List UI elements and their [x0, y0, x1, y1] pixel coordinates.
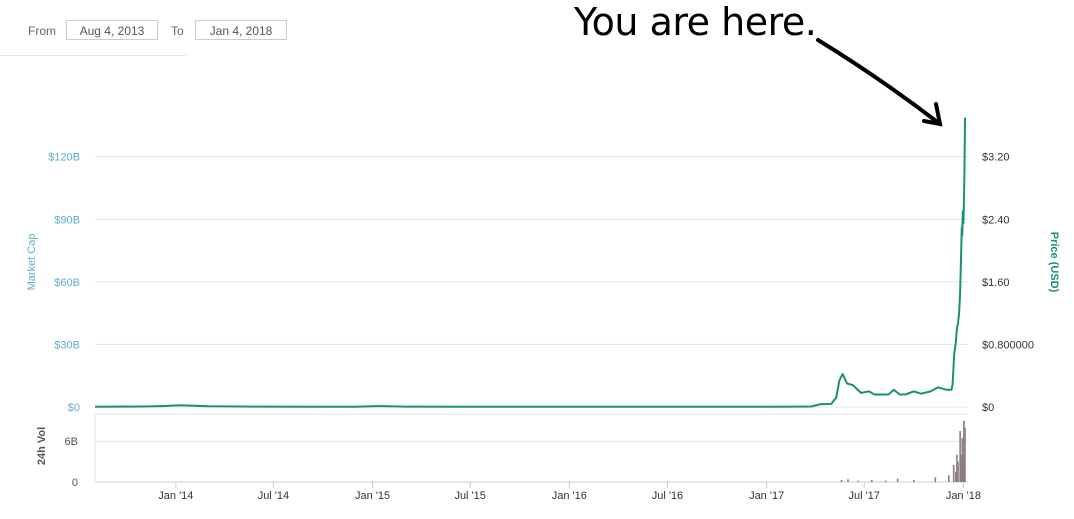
volume-bar: [884, 480, 887, 482]
x-tick-label: Jan '18: [946, 490, 981, 502]
volume-bar: [934, 477, 937, 482]
price-line: [94, 117, 966, 408]
volume-bar: [912, 479, 915, 482]
x-tick-label: Jul '17: [848, 490, 879, 502]
x-tick-label: Jan '16: [552, 490, 587, 502]
volume-bar: [896, 478, 899, 482]
volume-bar: [957, 461, 959, 482]
left-tick-label: $90B: [54, 214, 80, 226]
volume-bar: [857, 480, 860, 482]
x-tick-label: Jul '14: [258, 490, 289, 502]
volume-tick-label: 0: [72, 477, 78, 489]
left-tick-label: $120B: [48, 152, 80, 164]
x-tick-label: Jan '17: [749, 490, 784, 502]
right-axis-ticks: $0 $0.800000 $1.60 $2.40 $3.20: [982, 152, 1034, 414]
right-tick-label: $0.800000: [982, 339, 1034, 351]
right-tick-label: $2.40: [982, 214, 1010, 226]
volume-bar: [870, 479, 873, 482]
left-tick-label: $60B: [54, 277, 80, 289]
right-tick-label: $0: [982, 402, 994, 414]
volume-bars: [840, 420, 966, 482]
price-axis-title: Price (USD): [1048, 232, 1060, 293]
grid-lines: [95, 156, 968, 408]
volume-axis-ticks: 0 6B: [65, 436, 78, 489]
volume-bar: [948, 475, 950, 482]
volume-axis-title: 24h Vol: [36, 427, 48, 465]
x-tick-label: Jul '16: [652, 490, 683, 502]
market-cap-axis-title: Market Cap: [26, 234, 38, 291]
volume-bar: [840, 479, 843, 482]
price-chart: $0 $30B $60B $90B $120B $0 $0.800000 $1.60 $2.4…: [26, 38, 1060, 502]
x-tick-label: Jul '15: [454, 490, 485, 502]
left-tick-label: $0: [68, 402, 80, 414]
volume-tick-label: 6B: [65, 436, 78, 448]
x-tick-label: Jan '14: [158, 490, 193, 502]
volume-bar: [964, 427, 966, 482]
right-tick-label: $1.60: [982, 277, 1010, 289]
left-axis-ticks: $0 $30B $60B $90B $120B: [48, 152, 80, 414]
x-axis-ticks: Jan '14 Jul '14 Jan '15 Jul '15 Jan '16 Jul '…: [158, 482, 981, 502]
volume-bar: [952, 465, 955, 482]
x-tick-label: Jan '15: [355, 490, 390, 502]
annotation-arrow: [816, 38, 943, 127]
right-tick-label: $3.20: [982, 152, 1010, 164]
volume-grid-lines: [94, 413, 968, 483]
left-tick-label: $30B: [54, 339, 80, 351]
volume-bar: [847, 479, 849, 482]
